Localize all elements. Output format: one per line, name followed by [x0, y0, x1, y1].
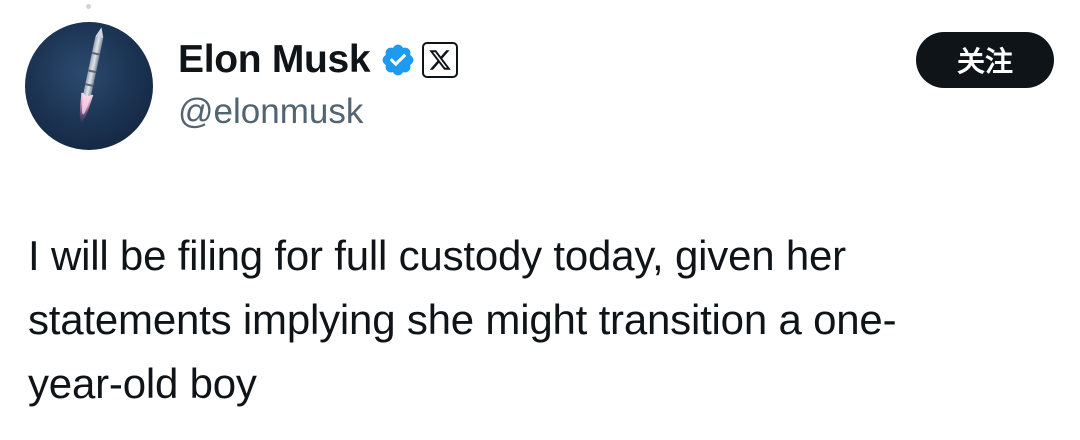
follow-button[interactable]: 关注 [916, 32, 1054, 88]
tweet-text-line: I will be filing for full custody today,… [28, 232, 846, 279]
x-logo-icon [422, 42, 459, 78]
verified-badge-icon [380, 42, 416, 78]
author-name-row: Elon Musk [178, 36, 459, 84]
tweet-text-line: statements implying she might transition… [28, 296, 897, 343]
author-handle[interactable]: @elonmusk [178, 92, 363, 132]
decorative-dot [86, 4, 91, 9]
tweet-text-line: year-old boy [28, 360, 257, 407]
tweet-text: I will be filing for full custody today,… [28, 224, 1068, 416]
tweet-card: Elon Musk @elonmusk 关注 I will be filing … [0, 0, 1080, 440]
author-display-name[interactable]: Elon Musk [178, 38, 371, 82]
avatar[interactable] [25, 22, 153, 150]
rocket-avatar-image [79, 27, 104, 123]
